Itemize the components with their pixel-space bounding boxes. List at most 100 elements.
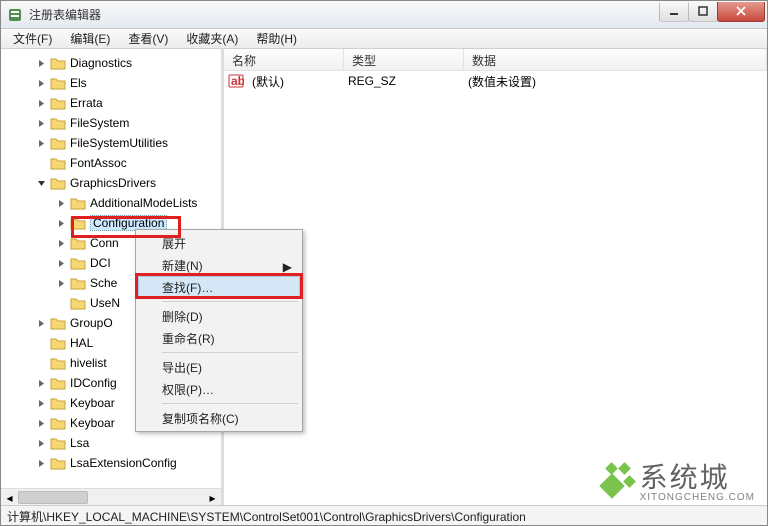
tree-node-label: DCI	[90, 256, 111, 270]
ctx-delete[interactable]: 删除(D)	[138, 305, 300, 327]
menu-edit[interactable]: 编辑(E)	[62, 28, 118, 49]
menu-help[interactable]: 帮助(H)	[248, 28, 305, 49]
tree-node[interactable]: FontAssoc	[1, 153, 221, 173]
tree-node-label: AdditionalModeLists	[90, 196, 197, 210]
tree-node-label: GroupO	[70, 316, 113, 330]
tree-node[interactable]: GraphicsDrivers	[1, 173, 221, 193]
menu-view[interactable]: 查看(V)	[120, 28, 176, 49]
main-area: Diagnostics Els Errata FileSystem FileSystem…	[1, 49, 767, 505]
status-path: 计算机\HKEY_LOCAL_MACHINE\SYSTEM\ControlSet…	[7, 510, 526, 524]
tree-node-label: Errata	[70, 96, 103, 110]
ctx-permissions[interactable]: 权限(P)…	[138, 378, 300, 400]
tree-node-label: Keyboar	[70, 396, 115, 410]
expand-icon[interactable]	[37, 59, 46, 68]
scroll-thumb[interactable]	[18, 491, 88, 504]
expand-icon[interactable]	[37, 79, 46, 88]
expand-icon[interactable]	[37, 139, 46, 148]
folder-icon	[50, 396, 66, 410]
tree-node-label: Lsa	[70, 436, 89, 450]
expand-icon[interactable]	[37, 379, 46, 388]
ctx-separator	[162, 352, 298, 353]
tree-node-label: IDConfig	[70, 376, 117, 390]
expand-icon[interactable]	[57, 239, 66, 248]
close-button[interactable]	[717, 2, 765, 22]
tree-node-label: Sche	[90, 276, 117, 290]
expand-icon[interactable]	[37, 99, 46, 108]
tree-node-label: FontAssoc	[70, 156, 127, 170]
tree-node[interactable]: LsaExtensionConfig	[1, 453, 221, 473]
menu-file[interactable]: 文件(F)	[5, 28, 60, 49]
expand-icon[interactable]	[57, 219, 66, 228]
tree-node-label: GraphicsDrivers	[70, 176, 156, 190]
list-body: ab (默认) REG_SZ (数值未设置)	[224, 71, 767, 505]
expand-icon[interactable]	[37, 459, 46, 468]
status-bar: 计算机\HKEY_LOCAL_MACHINE\SYSTEM\ControlSet…	[1, 505, 767, 525]
tree-node[interactable]: Errata	[1, 93, 221, 113]
folder-icon	[50, 116, 66, 130]
tree-node[interactable]: AdditionalModeLists	[1, 193, 221, 213]
tree-node[interactable]: FileSystemUtilities	[1, 133, 221, 153]
tree-node[interactable]: Lsa	[1, 433, 221, 453]
expand-icon[interactable]	[57, 259, 66, 268]
expand-icon[interactable]	[37, 179, 46, 188]
tree-node[interactable]: Els	[1, 73, 221, 93]
expand-icon[interactable]	[37, 359, 46, 368]
folder-icon	[50, 316, 66, 330]
expand-icon[interactable]	[37, 419, 46, 428]
string-value-icon: ab	[228, 73, 244, 89]
list-header: 名称 类型 数据	[224, 49, 767, 71]
tree-node-label: Els	[70, 76, 87, 90]
folder-icon	[50, 96, 66, 110]
tree-node-label: Diagnostics	[70, 56, 132, 70]
value-row[interactable]: ab (默认) REG_SZ (数值未设置)	[224, 71, 767, 91]
tree-node-label: Conn	[90, 236, 119, 250]
app-icon	[7, 7, 23, 23]
folder-icon	[50, 336, 66, 350]
ctx-find[interactable]: 查找(F)…	[138, 276, 300, 298]
ctx-rename[interactable]: 重命名(R)	[138, 327, 300, 349]
titlebar: 注册表编辑器	[1, 1, 767, 29]
tree-node[interactable]: FileSystem	[1, 113, 221, 133]
col-name[interactable]: 名称	[224, 49, 344, 70]
folder-icon	[50, 376, 66, 390]
tree-node[interactable]: Diagnostics	[1, 53, 221, 73]
ctx-separator	[162, 301, 298, 302]
col-type[interactable]: 类型	[344, 49, 464, 70]
submenu-arrow-icon: ▶	[283, 260, 292, 274]
expand-icon[interactable]	[37, 399, 46, 408]
tree-node-label: HAL	[70, 336, 93, 350]
expand-icon[interactable]	[57, 279, 66, 288]
tree-node-label: UseN	[90, 296, 120, 310]
values-panel: 名称 类型 数据 ab (默认) REG_SZ (数值未设置)	[223, 49, 767, 505]
expand-icon[interactable]	[37, 339, 46, 348]
value-data: (数值未设置)	[460, 71, 544, 92]
tree-hscrollbar[interactable]: ◂ ▸	[1, 488, 221, 505]
folder-icon	[50, 436, 66, 450]
folder-icon	[70, 296, 86, 310]
expand-icon[interactable]	[57, 199, 66, 208]
col-data[interactable]: 数据	[464, 49, 767, 70]
expand-icon[interactable]	[57, 299, 66, 308]
ctx-new[interactable]: 新建(N) ▶	[138, 254, 300, 276]
tree-node-label: hivelist	[70, 356, 107, 370]
folder-icon	[50, 416, 66, 430]
tree-node-label: LsaExtensionConfig	[70, 456, 177, 470]
expand-icon[interactable]	[37, 439, 46, 448]
ctx-expand[interactable]: 展开	[138, 232, 300, 254]
minimize-button[interactable]	[659, 2, 689, 22]
ctx-export[interactable]: 导出(E)	[138, 356, 300, 378]
maximize-button[interactable]	[688, 2, 718, 22]
folder-icon	[70, 236, 86, 250]
ctx-separator	[162, 403, 298, 404]
folder-icon	[70, 196, 86, 210]
menu-favorites[interactable]: 收藏夹(A)	[178, 28, 246, 49]
ctx-copy-key-name[interactable]: 复制项名称(C)	[138, 407, 300, 429]
value-name: (默认)	[244, 71, 340, 92]
expand-icon[interactable]	[37, 119, 46, 128]
scroll-right-icon[interactable]: ▸	[204, 489, 221, 505]
expand-icon[interactable]	[37, 319, 46, 328]
folder-icon	[70, 256, 86, 270]
scroll-left-icon[interactable]: ◂	[1, 489, 18, 505]
tree-node-label: FileSystem	[70, 116, 129, 130]
expand-icon[interactable]	[37, 159, 46, 168]
